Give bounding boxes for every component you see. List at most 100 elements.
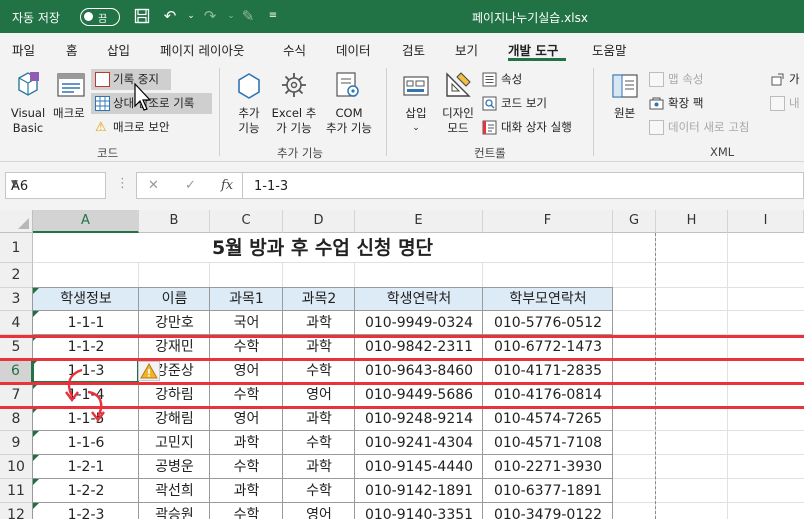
autosave-toggle[interactable]: 끔 (80, 8, 120, 26)
tab-review[interactable]: 검토 (402, 40, 425, 59)
row-header-8[interactable]: 8 (0, 407, 33, 431)
name-box-dropdown-icon[interactable]: ▼ (11, 179, 100, 189)
table-cell[interactable]: 과학 (283, 455, 355, 479)
table-cell[interactable]: 1-2-1 (33, 455, 139, 479)
insert-controls-button[interactable]: 삽입 ⌄ (398, 106, 434, 136)
addins-button[interactable]: 추가 기능 (229, 106, 269, 136)
row-header-12[interactable]: 12 (0, 503, 33, 519)
table-cell[interactable]: 과학 (283, 335, 355, 359)
xml-source-button[interactable]: 원본 (614, 106, 635, 121)
row-header-4[interactable]: 4 (0, 311, 33, 335)
tab-view[interactable]: 보기 (455, 40, 478, 59)
table-cell[interactable]: 010-6377-1891 (483, 479, 613, 503)
tab-developer[interactable]: 개발 도구 (508, 40, 558, 59)
table-cell[interactable]: 010-4176-0814 (483, 383, 613, 407)
macro-security-button[interactable]: 매크로 보안 (113, 120, 170, 135)
table-cell[interactable]: 010-9949-0324 (355, 311, 483, 335)
insert-function-icon[interactable]: fx (221, 178, 233, 193)
column-header-d[interactable]: D (283, 210, 355, 233)
column-header-c[interactable]: C (210, 210, 283, 233)
table-cell[interactable]: 강하림 (139, 383, 210, 407)
tab-data[interactable]: 데이터 (336, 40, 371, 59)
table-cell[interactable]: 수학 (210, 335, 283, 359)
table-cell[interactable]: 1-1-1 (33, 311, 139, 335)
table-cell[interactable]: 수학 (283, 479, 355, 503)
com-addins-button[interactable]: COM 추가 기능 (321, 106, 377, 136)
undo-icon[interactable]: ↶ (160, 6, 180, 26)
error-smart-tag-icon[interactable] (138, 361, 160, 381)
table-cell[interactable]: 수학 (210, 455, 283, 479)
properties-button[interactable]: 속성 (501, 72, 522, 87)
table-cell[interactable]: 010-9142-1891 (355, 479, 483, 503)
column-header-h[interactable]: H (656, 210, 728, 233)
row-header-2[interactable]: 2 (0, 263, 33, 288)
table-cell[interactable]: 영어 (210, 407, 283, 431)
table-cell[interactable]: 강만호 (139, 311, 210, 335)
design-mode-button[interactable]: 디자인 모드 (436, 106, 480, 136)
table-cell[interactable]: 과학 (283, 407, 355, 431)
column-header-f[interactable]: F (483, 210, 613, 233)
tab-formulas[interactable]: 수식 (283, 40, 306, 59)
table-cell[interactable]: 수학 (283, 431, 355, 455)
redo-icon[interactable]: ↷ (200, 6, 220, 26)
table-cell[interactable]: 010-2271-3930 (483, 455, 613, 479)
row-header-11[interactable]: 11 (0, 479, 33, 503)
table-cell[interactable]: 영어 (210, 359, 283, 383)
export-button[interactable]: 내 (789, 96, 800, 111)
table-header-cell[interactable]: 학부모연락처 (483, 288, 613, 311)
row-header-6[interactable]: 6 (0, 359, 33, 383)
tab-page-layout[interactable]: 페이지 레이아웃 (160, 40, 244, 59)
table-cell[interactable]: 과학 (210, 479, 283, 503)
table-cell[interactable]: 수학 (210, 503, 283, 519)
table-cell[interactable]: 강해림 (139, 407, 210, 431)
table-cell[interactable]: 010-4574-7265 (483, 407, 613, 431)
table-cell[interactable]: 1-1-2 (33, 335, 139, 359)
table-cell[interactable]: 010-3479-0122 (483, 503, 613, 519)
table-cell[interactable]: 1-2-3 (33, 503, 139, 519)
table-cell[interactable]: 수학 (283, 359, 355, 383)
formula-input[interactable]: 1-1-3 (242, 172, 804, 199)
tab-help[interactable]: 도움말 (592, 40, 627, 59)
row-header-1[interactable]: 1 (0, 233, 33, 263)
column-header-i[interactable]: I (728, 210, 804, 233)
cancel-icon[interactable]: ✕ (148, 178, 159, 193)
excel-addins-button[interactable]: Excel 추 가 기능 (268, 106, 320, 136)
enter-icon[interactable]: ✓ (185, 178, 196, 193)
table-header-cell[interactable]: 학생연락처 (355, 288, 483, 311)
tab-file[interactable]: 파일 (12, 40, 35, 59)
table-cell[interactable]: 곽선희 (139, 479, 210, 503)
table-header-cell[interactable]: 과목2 (283, 288, 355, 311)
table-cell[interactable]: 010-4171-2835 (483, 359, 613, 383)
table-cell[interactable]: 1-1-6 (33, 431, 139, 455)
table-cell[interactable]: 010-4571-7108 (483, 431, 613, 455)
select-all-corner[interactable] (0, 210, 33, 233)
table-cell[interactable]: 과학 (283, 311, 355, 335)
name-box[interactable]: A6 ▼ (5, 172, 106, 199)
column-header-a[interactable]: A (33, 210, 139, 233)
relative-ref-button[interactable]: 상대 참조로 기록 (113, 96, 194, 111)
table-cell[interactable]: 010-9145-4440 (355, 455, 483, 479)
import-button[interactable]: 가 (789, 72, 800, 87)
row-header-5[interactable]: 5 (0, 335, 33, 359)
tab-insert[interactable]: 삽입 (107, 40, 130, 59)
table-cell[interactable]: 영어 (283, 503, 355, 519)
table-cell[interactable]: 강재민 (139, 335, 210, 359)
run-dialog-button[interactable]: 대화 상자 실행 (501, 120, 572, 135)
save-icon[interactable] (132, 6, 152, 26)
refresh-data-button[interactable]: 데이터 새로 고침 (668, 120, 749, 135)
table-cell[interactable]: 010-5776-0512 (483, 311, 613, 335)
table-cell[interactable]: 010-9140-3351 (355, 503, 483, 519)
column-header-b[interactable]: B (139, 210, 210, 233)
table-cell[interactable]: 1-2-2 (33, 479, 139, 503)
row-header-10[interactable]: 10 (0, 455, 33, 479)
row-header-3[interactable]: 3 (0, 288, 33, 311)
row-header-9[interactable]: 9 (0, 431, 33, 455)
table-cell[interactable]: 010-9241-4304 (355, 431, 483, 455)
view-code-button[interactable]: 코드 보기 (501, 96, 547, 111)
table-cell[interactable]: 010-6772-1473 (483, 335, 613, 359)
table-cell[interactable]: 영어 (283, 383, 355, 407)
table-cell[interactable]: 고민지 (139, 431, 210, 455)
format-painter-icon[interactable]: ✎ (238, 6, 258, 26)
table-header-cell[interactable]: 과목1 (210, 288, 283, 311)
table-cell[interactable]: 과학 (210, 431, 283, 455)
